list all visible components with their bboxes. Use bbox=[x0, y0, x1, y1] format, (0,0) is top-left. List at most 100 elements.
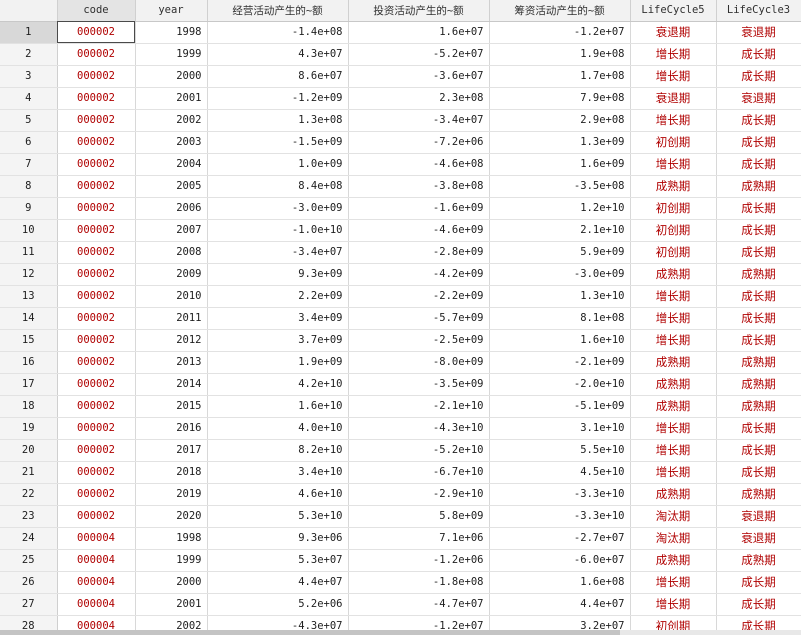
cell-year[interactable]: 1999 bbox=[135, 43, 208, 66]
column-header-operating-cashflow[interactable]: 经营活动产生的~额 bbox=[207, 0, 349, 22]
table-row[interactable]: 11 000002 2008 -3.4e+07 -2.8e+09 5.9e+09 初创期 成长… bbox=[0, 241, 801, 264]
cell-financing-cashflow[interactable]: 2.1e+10 bbox=[489, 219, 631, 242]
cell-financing-cashflow[interactable]: 1.3e+09 bbox=[489, 131, 631, 154]
cell-year[interactable]: 2003 bbox=[135, 131, 208, 154]
cell-lifecycle3[interactable]: 成长期 bbox=[716, 131, 801, 154]
cell-operating-cashflow[interactable]: 1.0e+09 bbox=[207, 153, 349, 176]
cell-lifecycle5[interactable]: 增长期 bbox=[630, 43, 717, 66]
cell-lifecycle3[interactable]: 成长期 bbox=[716, 593, 801, 616]
cell-year[interactable]: 1998 bbox=[135, 21, 208, 44]
row-number[interactable]: 13 bbox=[0, 285, 58, 308]
cell-operating-cashflow[interactable]: 1.3e+08 bbox=[207, 109, 349, 132]
cell-code[interactable]: 000002 bbox=[57, 417, 136, 440]
row-number[interactable]: 20 bbox=[0, 439, 58, 462]
cell-lifecycle3[interactable]: 成长期 bbox=[716, 43, 801, 66]
cell-operating-cashflow[interactable]: 8.4e+08 bbox=[207, 175, 349, 198]
row-number[interactable]: 3 bbox=[0, 65, 58, 88]
cell-lifecycle3[interactable]: 成长期 bbox=[716, 329, 801, 352]
cell-code[interactable]: 000002 bbox=[57, 483, 136, 506]
cell-lifecycle5[interactable]: 初创期 bbox=[630, 241, 717, 264]
cell-lifecycle5[interactable]: 衰退期 bbox=[630, 87, 717, 110]
cell-investing-cashflow[interactable]: 2.3e+08 bbox=[348, 87, 490, 110]
cell-investing-cashflow[interactable]: -2.1e+10 bbox=[348, 395, 490, 418]
cell-operating-cashflow[interactable]: 4.2e+10 bbox=[207, 373, 349, 396]
cell-operating-cashflow[interactable]: -3.4e+07 bbox=[207, 241, 349, 264]
cell-lifecycle3[interactable]: 成熟期 bbox=[716, 395, 801, 418]
cell-investing-cashflow[interactable]: -3.5e+09 bbox=[348, 373, 490, 396]
cell-investing-cashflow[interactable]: -1.2e+06 bbox=[348, 549, 490, 572]
horizontal-scrollbar-thumb[interactable] bbox=[0, 630, 620, 635]
table-row[interactable]: 21 000002 2018 3.4e+10 -6.7e+10 4.5e+10 增长期 成长期 bbox=[0, 461, 801, 484]
cell-financing-cashflow[interactable]: 1.9e+08 bbox=[489, 43, 631, 66]
cell-operating-cashflow[interactable]: -1.5e+09 bbox=[207, 131, 349, 154]
cell-investing-cashflow[interactable]: -3.8e+08 bbox=[348, 175, 490, 198]
row-number[interactable]: 21 bbox=[0, 461, 58, 484]
cell-year[interactable]: 2017 bbox=[135, 439, 208, 462]
cell-investing-cashflow[interactable]: -6.7e+10 bbox=[348, 461, 490, 484]
cell-lifecycle3[interactable]: 衰退期 bbox=[716, 21, 801, 44]
row-number[interactable]: 15 bbox=[0, 329, 58, 352]
cell-lifecycle3[interactable]: 成熟期 bbox=[716, 263, 801, 286]
cell-code[interactable]: 000002 bbox=[57, 153, 136, 176]
cell-investing-cashflow[interactable]: -7.2e+06 bbox=[348, 131, 490, 154]
cell-operating-cashflow[interactable]: 4.0e+10 bbox=[207, 417, 349, 440]
table-row[interactable]: 8 000002 2005 8.4e+08 -3.8e+08 -3.5e+08 成熟期 成熟期 bbox=[0, 175, 801, 198]
cell-lifecycle5[interactable]: 初创期 bbox=[630, 219, 717, 242]
column-header-lifecycle5[interactable]: LifeCycle5 bbox=[630, 0, 717, 22]
cell-investing-cashflow[interactable]: -2.2e+09 bbox=[348, 285, 490, 308]
table-row[interactable]: 25 000004 1999 5.3e+07 -1.2e+06 -6.0e+07 成熟期 成熟… bbox=[0, 549, 801, 572]
table-row[interactable]: 7 000002 2004 1.0e+09 -4.6e+08 1.6e+09 增长期 成长期 bbox=[0, 153, 801, 176]
cell-operating-cashflow[interactable]: -3.0e+09 bbox=[207, 197, 349, 220]
table-row[interactable]: 20 000002 2017 8.2e+10 -5.2e+10 5.5e+10 增长期 成长期 bbox=[0, 439, 801, 462]
header-corner[interactable] bbox=[0, 0, 58, 22]
cell-lifecycle3[interactable]: 成长期 bbox=[716, 571, 801, 594]
cell-lifecycle5[interactable]: 衰退期 bbox=[630, 21, 717, 44]
row-number[interactable]: 6 bbox=[0, 131, 58, 154]
cell-financing-cashflow[interactable]: -3.0e+09 bbox=[489, 263, 631, 286]
cell-lifecycle3[interactable]: 成长期 bbox=[716, 461, 801, 484]
cell-investing-cashflow[interactable]: -4.2e+09 bbox=[348, 263, 490, 286]
cell-year[interactable]: 2009 bbox=[135, 263, 208, 286]
cell-code[interactable]: 000002 bbox=[57, 373, 136, 396]
table-row[interactable]: 22 000002 2019 4.6e+10 -2.9e+10 -3.3e+10 成熟期 成熟… bbox=[0, 483, 801, 506]
cell-operating-cashflow[interactable]: 5.3e+10 bbox=[207, 505, 349, 528]
table-row[interactable]: 3 000002 2000 8.6e+07 -3.6e+07 1.7e+08 增长期 成长期 bbox=[0, 65, 801, 88]
cell-financing-cashflow[interactable]: 5.9e+09 bbox=[489, 241, 631, 264]
cell-investing-cashflow[interactable]: -5.2e+07 bbox=[348, 43, 490, 66]
row-number[interactable]: 9 bbox=[0, 197, 58, 220]
cell-year[interactable]: 1998 bbox=[135, 527, 208, 550]
row-number[interactable]: 25 bbox=[0, 549, 58, 572]
cell-code[interactable]: 000002 bbox=[57, 329, 136, 352]
cell-financing-cashflow[interactable]: 1.6e+09 bbox=[489, 153, 631, 176]
cell-financing-cashflow[interactable]: 8.1e+08 bbox=[489, 307, 631, 330]
cell-code[interactable]: 000002 bbox=[57, 197, 136, 220]
cell-code[interactable]: 000002 bbox=[57, 109, 136, 132]
cell-lifecycle5[interactable]: 成熟期 bbox=[630, 483, 717, 506]
column-header-code[interactable]: code bbox=[57, 0, 136, 22]
cell-code[interactable]: 000002 bbox=[57, 285, 136, 308]
cell-code[interactable]: 000002 bbox=[57, 505, 136, 528]
cell-code[interactable]: 000002 bbox=[57, 263, 136, 286]
cell-code[interactable]: 000004 bbox=[57, 593, 136, 616]
column-header-investing-cashflow[interactable]: 投资活动产生的~额 bbox=[348, 0, 490, 22]
cell-operating-cashflow[interactable]: 8.2e+10 bbox=[207, 439, 349, 462]
cell-code[interactable]: 000002 bbox=[57, 395, 136, 418]
cell-lifecycle3[interactable]: 成长期 bbox=[716, 307, 801, 330]
cell-lifecycle3[interactable]: 成熟期 bbox=[716, 373, 801, 396]
cell-investing-cashflow[interactable]: -4.6e+08 bbox=[348, 153, 490, 176]
table-row[interactable]: 16 000002 2013 1.9e+09 -8.0e+09 -2.1e+09 成熟期 成熟… bbox=[0, 351, 801, 374]
cell-operating-cashflow[interactable]: 4.6e+10 bbox=[207, 483, 349, 506]
cell-lifecycle3[interactable]: 成长期 bbox=[716, 219, 801, 242]
cell-lifecycle5[interactable]: 增长期 bbox=[630, 307, 717, 330]
cell-lifecycle3[interactable]: 衰退期 bbox=[716, 527, 801, 550]
table-row[interactable]: 9 000002 2006 -3.0e+09 -1.6e+09 1.2e+10 初创期 成长期 bbox=[0, 197, 801, 220]
cell-lifecycle3[interactable]: 成长期 bbox=[716, 153, 801, 176]
cell-code[interactable]: 000002 bbox=[57, 65, 136, 88]
cell-investing-cashflow[interactable]: -4.3e+10 bbox=[348, 417, 490, 440]
cell-operating-cashflow[interactable]: -1.0e+10 bbox=[207, 219, 349, 242]
cell-investing-cashflow[interactable]: -4.6e+09 bbox=[348, 219, 490, 242]
cell-year[interactable]: 2012 bbox=[135, 329, 208, 352]
cell-code[interactable]: 000002 bbox=[57, 439, 136, 462]
table-row[interactable]: 5 000002 2002 1.3e+08 -3.4e+07 2.9e+08 增长期 成长期 bbox=[0, 109, 801, 132]
cell-lifecycle5[interactable]: 成熟期 bbox=[630, 373, 717, 396]
